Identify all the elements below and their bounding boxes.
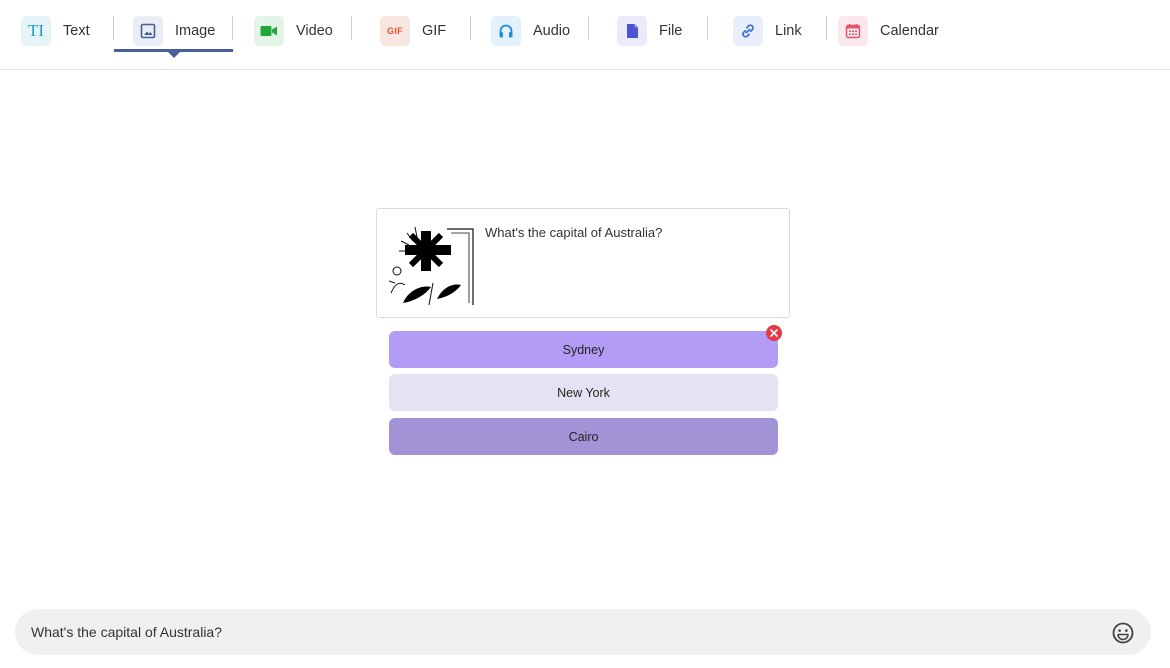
divider <box>707 16 708 40</box>
answer-option-sydney[interactable]: Sydney <box>389 331 778 368</box>
tab-audio[interactable]: Audio <box>491 10 570 52</box>
video-camera-icon <box>254 16 284 46</box>
tab-label: Video <box>296 23 333 39</box>
option-label: New York <box>557 385 610 400</box>
gif-icon: GIF <box>380 16 410 46</box>
tab-calendar[interactable]: Calendar <box>838 10 939 52</box>
close-icon <box>770 329 778 337</box>
option-label: Sydney <box>562 342 605 357</box>
remove-option-button[interactable] <box>766 325 782 341</box>
smiley-icon[interactable] <box>1111 621 1135 645</box>
headphones-icon <box>491 16 521 46</box>
tab-image[interactable]: Image <box>133 10 215 52</box>
illustration-thumbnail <box>388 223 475 307</box>
divider <box>232 16 233 40</box>
calendar-icon <box>838 16 868 46</box>
message-composer <box>15 609 1151 655</box>
divider <box>470 16 471 40</box>
active-tab-caret <box>168 52 180 58</box>
tab-label: Text <box>63 23 90 39</box>
text-icon: TI <box>21 16 51 46</box>
tab-text[interactable]: TI Text <box>21 10 90 52</box>
tab-label: Image <box>175 23 216 39</box>
divider <box>826 16 827 40</box>
tab-label: GIF <box>422 23 447 39</box>
question-card[interactable]: What's the capital of Australia? <box>376 208 790 318</box>
answer-option-new-york[interactable]: New York <box>389 374 778 411</box>
tab-label: File <box>659 23 683 39</box>
file-icon <box>617 16 647 46</box>
tab-gif[interactable]: GIF GIF <box>380 10 446 52</box>
tab-label: Audio <box>533 23 571 39</box>
tab-label: Link <box>775 23 802 39</box>
tab-label: Calendar <box>880 23 939 39</box>
answer-option-cairo[interactable]: Cairo <box>389 418 778 455</box>
tab-file[interactable]: File <box>617 10 682 52</box>
message-input[interactable] <box>31 609 1091 655</box>
divider <box>588 16 589 40</box>
illustration-image <box>388 223 475 307</box>
option-label: Cairo <box>568 429 599 444</box>
divider <box>113 16 114 40</box>
tab-video[interactable]: Video <box>254 10 333 52</box>
question-text: What's the capital of Australia? <box>485 225 663 240</box>
link-icon <box>733 16 763 46</box>
tab-link[interactable]: Link <box>733 10 802 52</box>
divider <box>351 16 352 40</box>
attachment-toolbar: TI Text Image Video GIF GIF Audio File L… <box>0 0 1170 70</box>
image-icon <box>133 16 163 46</box>
